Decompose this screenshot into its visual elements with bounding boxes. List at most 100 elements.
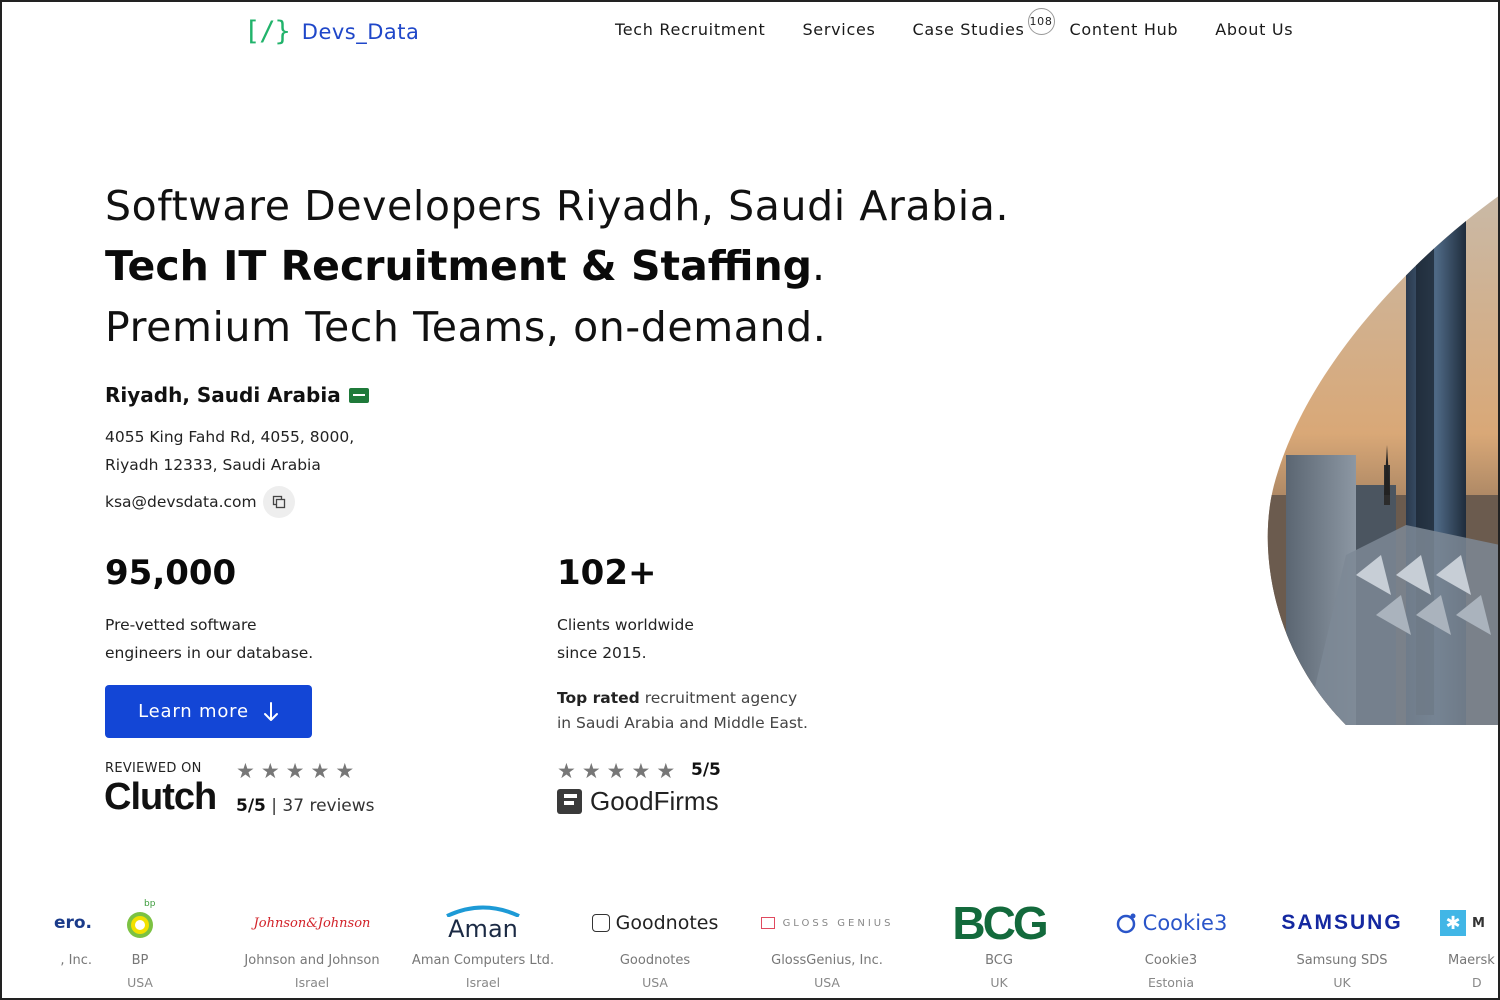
client-logo-goodnotes: Goodnotes [570,895,740,951]
star-icon: ★ [260,759,280,783]
star-icon: ★ [236,759,255,783]
client-name: Goodnotes [619,953,691,968]
client-country: USA [814,975,840,990]
logo-text: Devs_Data [301,19,420,44]
goodnotes-mark-icon [591,914,610,932]
client-name: BP [131,953,149,968]
star-icon: ★ [310,759,330,783]
nav-case-studies[interactable]: Case Studies 108 [912,8,1055,39]
star-icon: ★ [581,759,601,783]
learn-more-button[interactable]: Learn more [105,685,312,738]
goodfirms-stars: ★ ★ ★ ★ ★ [557,761,675,782]
client-name: GlossGenius, Inc. [771,953,883,968]
client-country: USA [127,975,153,990]
stat-engineers-desc-line1: Pre-vetted software [105,616,257,634]
client-logo-cookie3: Cookie3 [1086,895,1256,951]
address-line1: 4055 King Fahd Rd, 4055, 8000, [105,428,355,446]
star-icon: ★ [285,759,305,783]
hero-title-line2-text: Tech IT Recruitment & Staffing [105,242,813,290]
client-card: ✱ M Maersk D [1440,895,1500,990]
nav-tech-recruitment[interactable]: Tech Recruitment [615,20,765,39]
client-logo-text: Johnson&Johnson [253,915,371,931]
client-logo-bp: bp [55,895,225,951]
reviewed-on-label: REVIEWED ON [105,761,202,776]
client-name: Aman Computers Ltd. [411,953,555,968]
client-card: SAMSUNG Samsung SDS UK [1257,895,1427,990]
clutch-stars: ★ ★ ★ ★ ★ [236,761,354,782]
location-title: Riyadh, Saudi Arabia [105,383,369,407]
clutch-rating: 5/5 | 37 reviews [236,796,375,816]
cookie3-mark-icon [1116,913,1136,934]
maersk-star-icon: ✱ [1440,910,1466,936]
client-card: Cookie3 Cookie3 Estonia [1086,895,1256,990]
hero-title-line2: Tech IT Recruitment & Staffing. [105,242,825,290]
client-card: BCG BCG UK [914,895,1084,990]
client-logo-aman: Aman [398,895,568,951]
stat-clients-desc-line2: since 2015. [557,644,647,662]
client-country: Israel [294,975,330,990]
client-logo-text: GLOSS GENIUS [782,917,894,929]
address-line2: Riyadh 12333, Saudi Arabia [105,456,321,474]
stat-clients-desc: Clients worldwide since 2015. [557,611,694,667]
goodfirms-mark-icon [557,789,582,814]
stat-engineers-value: 95,000 [105,553,237,593]
bp-logo-text: bp [144,899,156,909]
location-title-text: Riyadh, Saudi Arabia [105,383,341,407]
client-card: Johnson&Johnson Johnson and Johnson Isra… [227,895,397,991]
site-logo[interactable]: [/} Devs_Data [244,16,419,47]
client-logo-text: Goodnotes [615,912,719,934]
bp-helios-icon [127,912,153,938]
client-logo-glossgenius: GLOSS GENIUS [742,895,912,951]
goodfirms-score: 5/5 [691,760,721,780]
star-icon: ★ [631,759,651,783]
client-logo-text: Cookie3 [1142,911,1228,935]
client-country: Estonia [1147,975,1194,990]
star-icon: ★ [335,759,355,783]
top-rated-rest: recruitment agency [639,689,798,707]
clutch-score: 5/5 [236,796,266,816]
copy-email-button[interactable] [262,486,295,518]
star-icon: ★ [557,759,576,783]
glossgenius-mark-icon [760,917,775,929]
client-logo-text: SAMSUNG [1281,911,1403,934]
nav-about-us[interactable]: About Us [1215,20,1293,39]
client-country: D [1472,975,1482,990]
client-name: Samsung SDS [1296,953,1388,968]
client-card: bp BP USA [55,895,225,990]
hero-title-line3: Premium Tech Teams, on-demand. [105,303,827,351]
client-card: Aman Aman Computers Ltd. Israel [398,895,568,990]
clutch-reviews-count: | 37 reviews [271,796,375,816]
client-logo-bcg: BCG [914,895,1084,951]
stat-clients-desc-line1: Clients worldwide [557,616,694,634]
client-logo-text: M [1472,915,1485,931]
nav-case-studies-label: Case Studies [912,20,1025,39]
location-address: 4055 King Fahd Rd, 4055, 8000, Riyadh 12… [105,423,354,479]
nav-content-hub[interactable]: Content Hub [1070,20,1179,39]
email-link[interactable]: ksa@devsdata.com [105,493,257,511]
client-country: UK [1333,975,1351,990]
client-name: Johnson and Johnson [244,953,380,968]
case-studies-count-badge: 108 [1027,8,1055,35]
copy-icon [272,495,285,509]
logo-mark-icon: [/} [244,16,291,47]
client-country: USA [642,975,668,990]
hero-title-line2-suffix: . [812,242,826,290]
main-nav: Tech Recruitment Services Case Studies 1… [615,8,1293,39]
arrow-down-icon [263,701,278,721]
saudi-flag-icon [348,387,369,403]
client-country: UK [990,975,1008,990]
clients-carousel[interactable]: ero. , Inc. bp BP USA Johnson&Johnson Jo… [0,895,1500,995]
client-logo-text: Aman [448,915,518,943]
client-card: GLOSS GENIUS GlossGenius, Inc. USA [742,895,912,990]
nav-services[interactable]: Services [802,20,875,39]
hero-title-line1: Software Developers Riyadh, Saudi Arabia… [105,182,1010,230]
goodfirms-logo[interactable]: GoodFirms [557,786,719,817]
client-card: Goodnotes Goodnotes USA [570,895,740,990]
stat-engineers-desc-line2: engineers in our database. [105,644,314,662]
client-name: BCG [985,953,1013,968]
learn-more-label: Learn more [138,701,249,722]
clutch-logo[interactable]: Clutch [104,776,217,819]
client-logo-jnj: Johnson&Johnson [227,895,397,951]
client-name: Cookie3 [1144,953,1198,968]
top-rated-bold: Top rated [557,689,640,707]
